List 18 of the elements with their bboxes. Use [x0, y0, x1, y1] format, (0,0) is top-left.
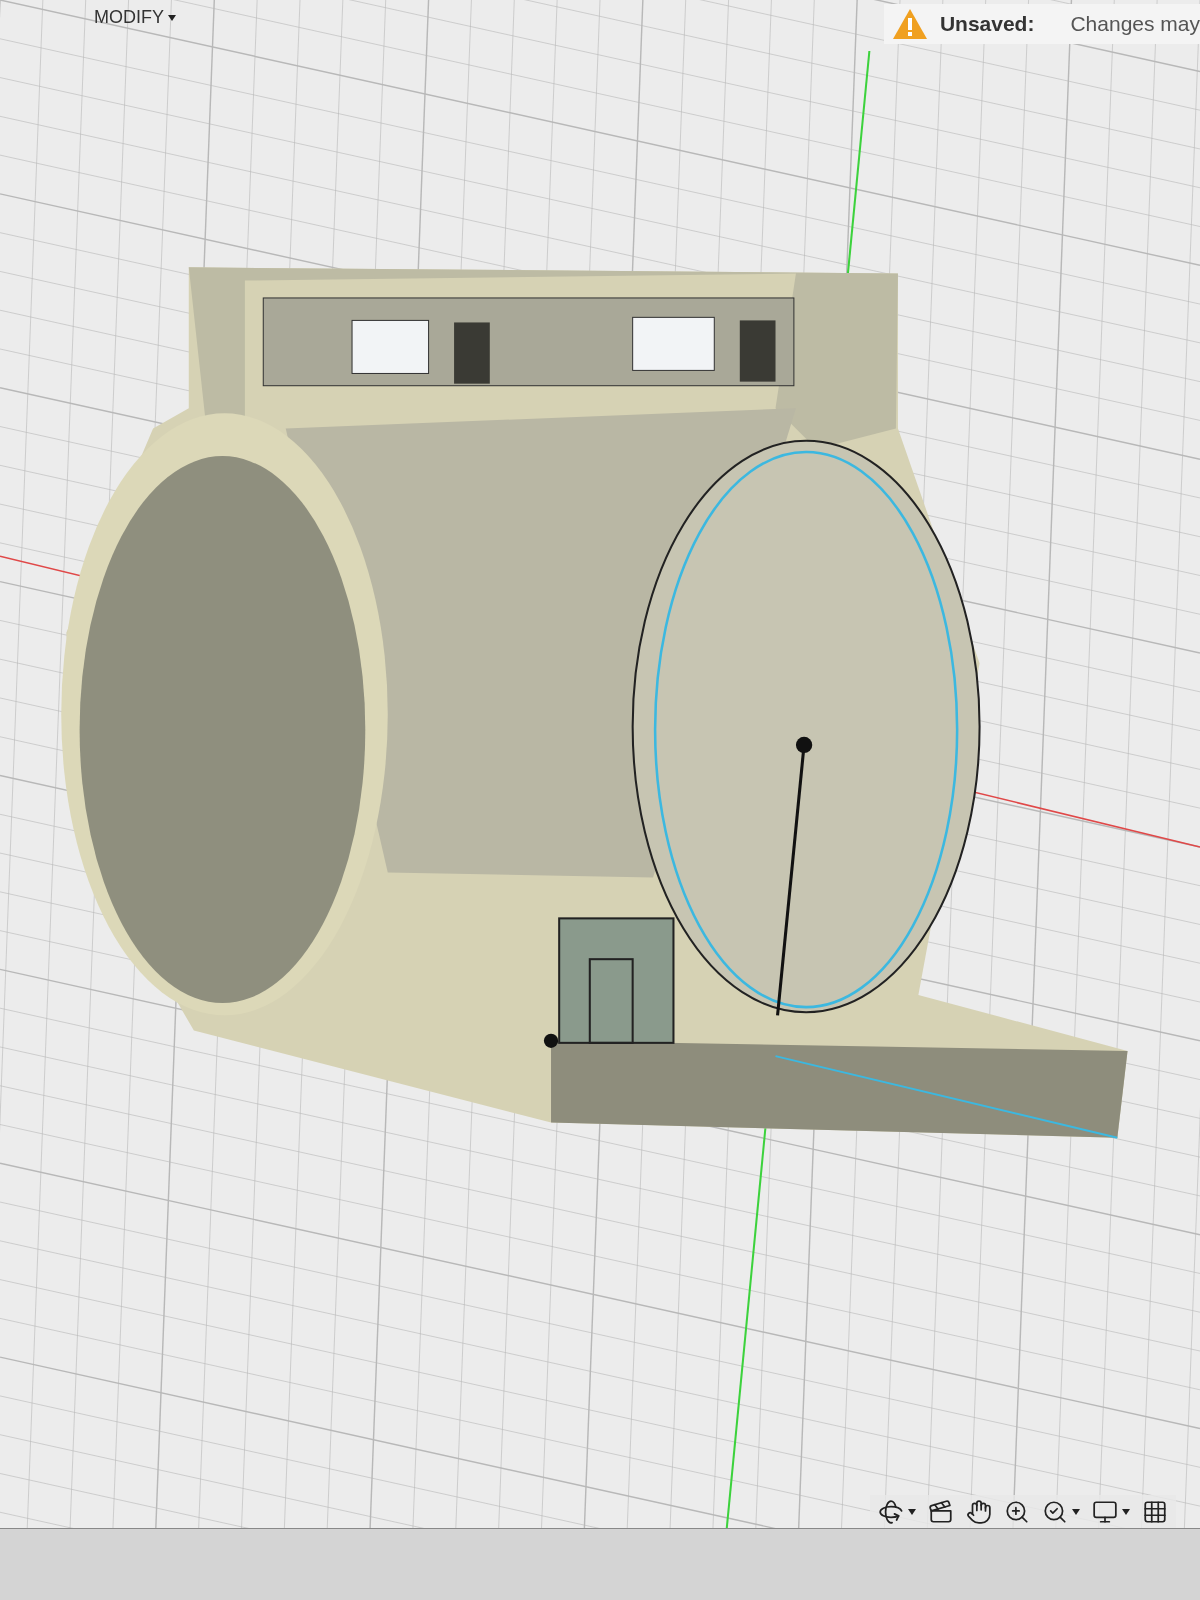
nav-tool-button[interactable]	[1004, 1499, 1030, 1525]
nav-tool-button[interactable]	[966, 1499, 992, 1525]
grid-icon	[1142, 1499, 1168, 1525]
nav-tool-button[interactable]	[1042, 1499, 1080, 1525]
zoom-icon	[1004, 1499, 1030, 1525]
nav-tool-button[interactable]	[1092, 1499, 1130, 1525]
unsaved-label: Unsaved:	[939, 11, 1035, 38]
unsaved-message: Changes may	[1070, 11, 1200, 38]
orbit-icon	[878, 1499, 904, 1525]
warning-icon	[891, 8, 928, 40]
pan-icon	[966, 1499, 992, 1525]
look-at-icon	[928, 1499, 954, 1525]
modify-menu[interactable]: MODIFY	[90, 4, 180, 31]
display-icon	[1092, 1499, 1118, 1525]
nav-tool-button[interactable]	[928, 1499, 954, 1525]
nav-tool-button[interactable]	[878, 1499, 916, 1525]
zoom-window-icon	[1042, 1499, 1068, 1525]
nav-tool-button[interactable]	[1142, 1499, 1168, 1525]
